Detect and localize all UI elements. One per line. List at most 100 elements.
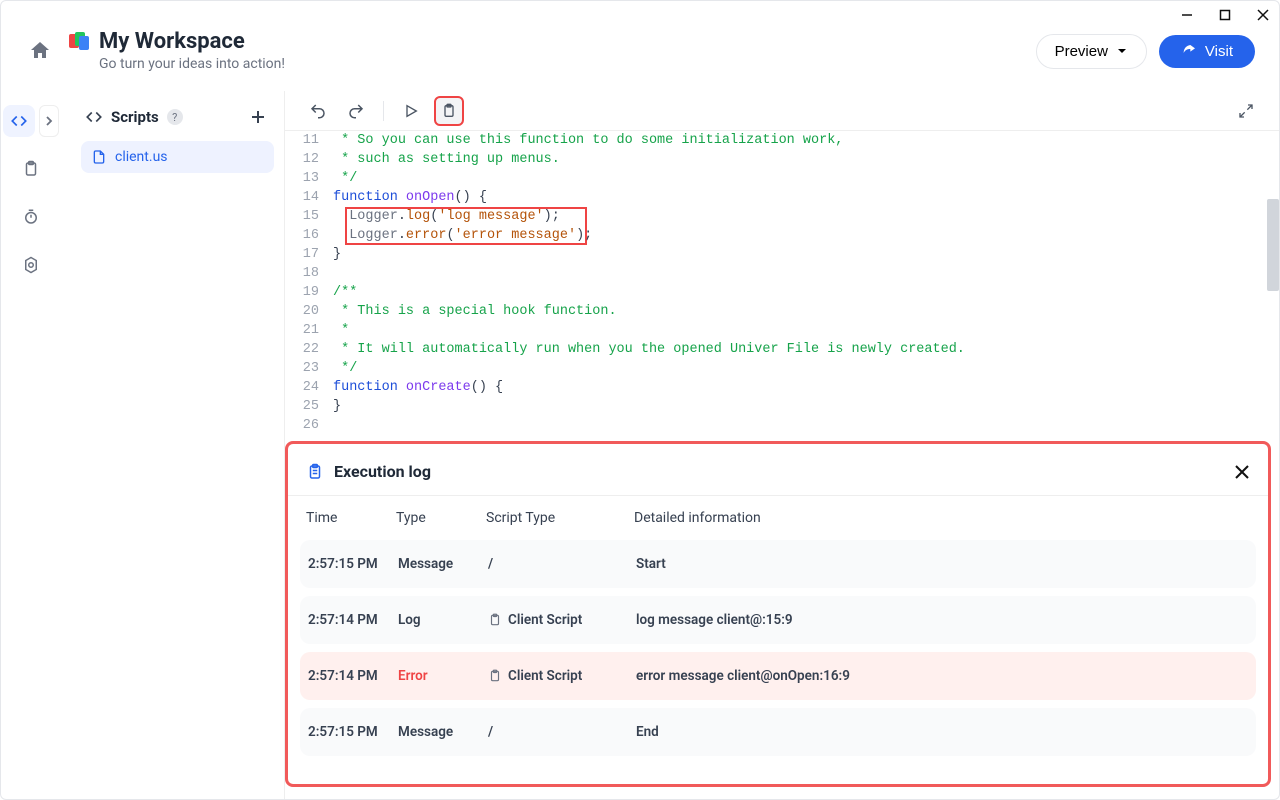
line-number: 24	[285, 378, 333, 397]
log-row[interactable]: 2:57:15 PMMessage/End	[300, 708, 1256, 756]
add-script-button[interactable]	[246, 105, 270, 129]
workspace-logo-icon	[69, 32, 89, 52]
home-icon[interactable]	[25, 36, 55, 66]
code-line[interactable]: 26	[285, 416, 1279, 429]
rail-collapse-button[interactable]	[39, 105, 59, 137]
rail-clipboard-tab[interactable]	[15, 153, 47, 185]
log-type: Error	[398, 668, 488, 684]
column-header-script-type: Script Type	[486, 510, 634, 526]
execution-log-toolbar-button[interactable]	[434, 96, 464, 126]
line-number: 21	[285, 321, 333, 340]
code-line[interactable]: 14function onOpen() {	[285, 188, 1279, 207]
clipboard-icon	[306, 463, 324, 481]
visit-label: Visit	[1205, 43, 1233, 60]
line-number: 26	[285, 416, 333, 429]
code-content[interactable]: * So you can use this function to do som…	[333, 131, 1279, 150]
line-number: 15	[285, 207, 333, 226]
log-detail: Start	[636, 556, 1248, 572]
code-line[interactable]: 17}	[285, 245, 1279, 264]
column-header-time: Time	[306, 510, 396, 526]
code-content[interactable]: /**	[333, 283, 1279, 302]
log-script-type: Client Script	[488, 668, 636, 684]
file-name-label: client.us	[115, 149, 168, 165]
code-line[interactable]: 23 */	[285, 359, 1279, 378]
rail-timer-tab[interactable]	[15, 201, 47, 233]
code-line[interactable]: 11 * So you can use this function to do …	[285, 131, 1279, 150]
workspace-title: My Workspace	[99, 30, 285, 54]
chevron-down-icon	[1116, 45, 1128, 57]
log-row[interactable]: 2:57:15 PMMessage/Start	[300, 540, 1256, 588]
scripts-help-icon[interactable]: ?	[167, 109, 183, 125]
code-content[interactable]: }	[333, 397, 1279, 416]
code-line[interactable]: 24function onCreate() {	[285, 378, 1279, 397]
log-time: 2:57:14 PM	[308, 612, 398, 628]
undo-button[interactable]	[303, 96, 333, 126]
line-number: 11	[285, 131, 333, 150]
scrollbar-thumb[interactable]	[1267, 199, 1279, 291]
line-number: 25	[285, 397, 333, 416]
execution-log-panel: Execution log Time Type Script Type Deta…	[285, 441, 1271, 787]
run-button[interactable]	[396, 96, 426, 126]
rail-settings-tab[interactable]	[15, 249, 47, 281]
code-content[interactable]: Logger.log('log message');	[333, 207, 1279, 226]
window-maximize-button[interactable]	[1215, 5, 1235, 25]
preview-button[interactable]: Preview	[1036, 34, 1147, 69]
code-line[interactable]: 18	[285, 264, 1279, 283]
log-type: Message	[398, 556, 488, 572]
log-type: Log	[398, 612, 488, 628]
line-number: 12	[285, 150, 333, 169]
log-detail: log message client@:15:9	[636, 612, 1248, 628]
log-time: 2:57:15 PM	[308, 724, 398, 740]
code-line[interactable]: 15 Logger.log('log message');	[285, 207, 1279, 226]
code-line[interactable]: 16 Logger.error('error message');	[285, 226, 1279, 245]
code-content[interactable]	[333, 416, 1279, 429]
code-content[interactable]	[333, 264, 1279, 283]
expand-editor-button[interactable]	[1231, 96, 1261, 126]
file-item-client[interactable]: client.us	[81, 141, 274, 173]
line-number: 23	[285, 359, 333, 378]
window-minimize-button[interactable]	[1177, 5, 1197, 25]
log-detail: error message client@onOpen:16:9	[636, 668, 1248, 684]
code-content[interactable]: */	[333, 359, 1279, 378]
line-number: 16	[285, 226, 333, 245]
line-number: 20	[285, 302, 333, 321]
share-arrow-icon	[1181, 43, 1197, 59]
line-number: 17	[285, 245, 333, 264]
code-content[interactable]: * This is a special hook function.	[333, 302, 1279, 321]
code-content[interactable]: function onOpen() {	[333, 188, 1279, 207]
code-line[interactable]: 21 *	[285, 321, 1279, 340]
log-time: 2:57:15 PM	[308, 556, 398, 572]
file-icon	[91, 149, 107, 165]
log-script-type: Client Script	[488, 612, 636, 628]
log-row[interactable]: 2:57:14 PMErrorClient Scripterror messag…	[300, 652, 1256, 700]
code-content[interactable]: */	[333, 169, 1279, 188]
code-line[interactable]: 13 */	[285, 169, 1279, 188]
log-script-type: /	[488, 556, 636, 572]
execution-log-title: Execution log	[334, 462, 431, 481]
code-content[interactable]: * It will automatically run when you the…	[333, 340, 1279, 359]
log-type: Message	[398, 724, 488, 740]
code-content[interactable]: }	[333, 245, 1279, 264]
code-icon	[85, 108, 103, 126]
scripts-heading: Scripts	[111, 108, 159, 126]
code-content[interactable]: Logger.error('error message');	[333, 226, 1279, 245]
log-row[interactable]: 2:57:14 PMLogClient Scriptlog message cl…	[300, 596, 1256, 644]
visit-button[interactable]: Visit	[1159, 35, 1255, 68]
log-detail: End	[636, 724, 1248, 740]
code-line[interactable]: 22 * It will automatically run when you …	[285, 340, 1279, 359]
code-editor[interactable]: 11 * So you can use this function to do …	[285, 131, 1279, 429]
rail-code-tab[interactable]	[3, 105, 35, 137]
redo-button[interactable]	[341, 96, 371, 126]
window-close-button[interactable]	[1253, 5, 1273, 25]
line-number: 22	[285, 340, 333, 359]
code-line[interactable]: 20 * This is a special hook function.	[285, 302, 1279, 321]
code-line[interactable]: 12 * such as setting up menus.	[285, 150, 1279, 169]
code-line[interactable]: 25}	[285, 397, 1279, 416]
code-line[interactable]: 19/**	[285, 283, 1279, 302]
code-content[interactable]: * such as setting up menus.	[333, 150, 1279, 169]
log-script-type: /	[488, 724, 636, 740]
code-content[interactable]: function onCreate() {	[333, 378, 1279, 397]
close-execution-log-button[interactable]	[1234, 464, 1250, 480]
column-header-detail: Detailed information	[634, 510, 1250, 526]
code-content[interactable]: *	[333, 321, 1279, 340]
